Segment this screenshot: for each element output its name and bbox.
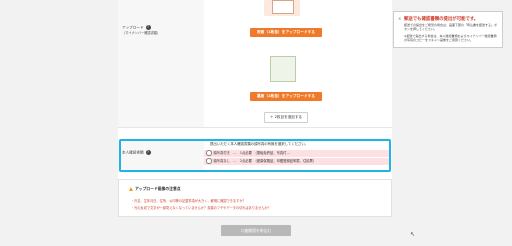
upload-label-cell	[118, 0, 204, 127]
help-icon[interactable]: ?	[145, 25, 151, 30]
upload-label: アップロード?	[122, 25, 151, 30]
submit-button[interactable]: 口座開設を申込む	[221, 225, 291, 236]
form-panel: アップロード? （マイナンバー確認書類） 表面（1枚目）をアップロードする 裏面…	[118, 0, 392, 205]
divider	[118, 127, 392, 128]
card-back-illustration	[270, 56, 296, 82]
upload-front-button[interactable]: 表面（1枚目）をアップロードする	[250, 28, 322, 37]
card-front-image	[264, 0, 300, 16]
card-front-illustration	[272, 0, 294, 14]
highlight-frame	[119, 139, 391, 172]
add-image-button[interactable]: ＋ 2枚目を追加する	[264, 112, 308, 123]
warning-icon	[129, 187, 133, 191]
close-icon[interactable]: ×	[398, 16, 401, 21]
upload-back-button[interactable]: 裏面（2枚目）をアップロードする	[250, 92, 322, 101]
mail-notice-text: 郵送での提出をご希望の場合は、画面下部の「申込書を郵送する」ボタンを押してくださ…	[404, 23, 498, 31]
mouse-cursor-icon: ↖	[410, 231, 416, 238]
notice-line: ・光の反射で文字が一部見えなくなっていませんか？書類のフチやデータの切れはありま…	[131, 206, 271, 210]
mail-notice-box: × 郵送でも確認書類の提出が可能です。 郵送での提出をご希望の場合は、画面下部の…	[393, 11, 503, 48]
upload-sub-label: （マイナンバー確認書類）	[122, 31, 161, 35]
notice-line: ・氏名、生年月日、住所、公印等の記載事項が大きく、鮮明に確認できますか？	[131, 199, 246, 203]
notice-title: アップロード画像の注意点	[129, 186, 181, 192]
mail-notice-note: ※郵送で提出する場合は、本人確認書類およびマイナンバー確認書類の写真のコピーをス…	[404, 34, 497, 42]
notice-box: アップロード画像の注意点 ・氏名、生年月日、住所、公印等の記載事項が大きく、鮮明…	[118, 179, 392, 217]
mail-notice-title: 郵送でも確認書類の提出が可能です。	[404, 17, 479, 22]
card-back-image	[270, 48, 296, 82]
